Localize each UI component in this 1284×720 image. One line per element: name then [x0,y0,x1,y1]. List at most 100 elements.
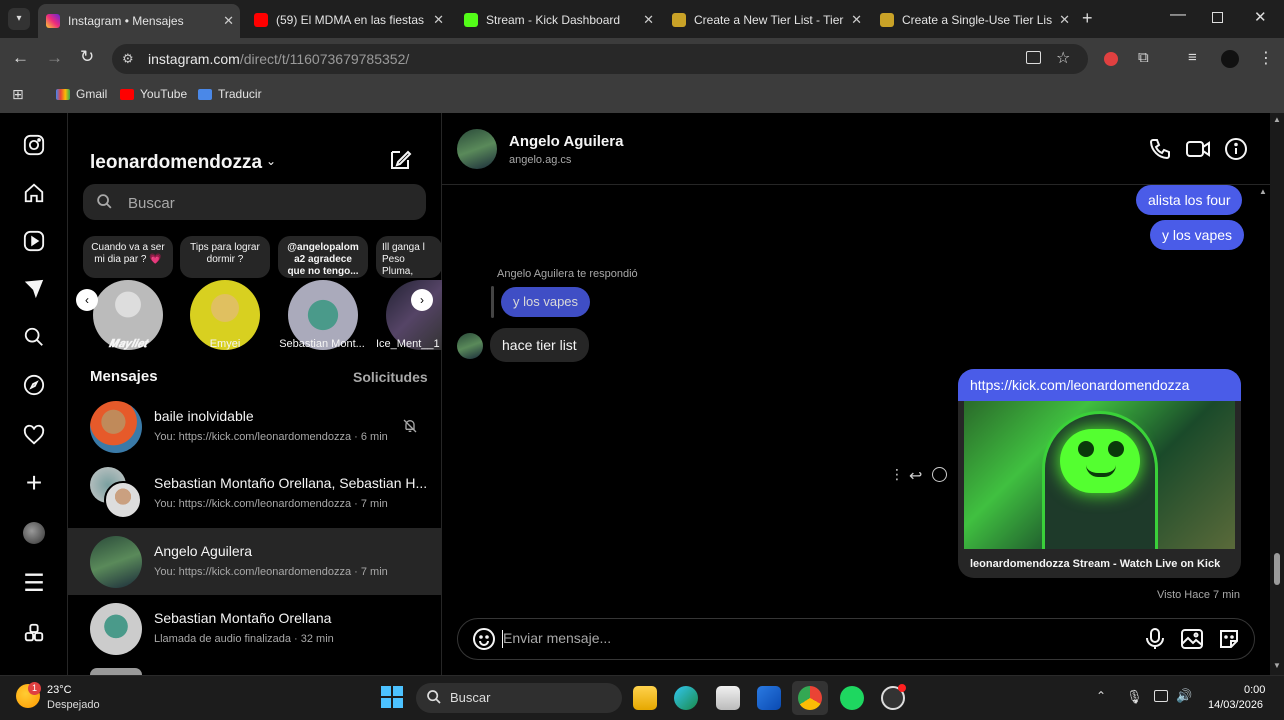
minimize-button[interactable]: — [1170,6,1186,24]
message-more-icon[interactable]: ⋮ [890,466,904,483]
start-windows-icon[interactable] [381,686,403,708]
profile-avatar-icon[interactable] [20,519,48,547]
microphone-icon[interactable]: 🎙 [1126,689,1143,705]
reels-icon[interactable] [20,227,48,255]
spotify-icon[interactable] [840,686,864,710]
stories-prev-button[interactable]: ‹ [76,289,98,311]
home-icon[interactable] [20,179,48,207]
link-message-card[interactable]: https://kick.com/leonardomendozza leonar… [958,369,1241,578]
more-menu-icon[interactable]: ☰ [20,569,48,597]
install-app-icon[interactable] [1026,51,1041,64]
chrome-icon[interactable] [798,686,822,710]
tab-instagram[interactable]: Instagram • Mensajes ✕ [38,4,240,38]
profile-avatar[interactable] [1221,50,1239,68]
conversation-item-selected[interactable]: Angelo Aguilera You: https://kick.com/le… [68,528,441,595]
photo-upload-icon[interactable] [1180,627,1204,656]
scroll-down-arrow[interactable]: ▼ [1273,661,1281,670]
close-tab-icon[interactable]: ✕ [223,13,234,29]
store-icon[interactable] [716,686,740,710]
tab-search-button[interactable]: ▾ [8,8,30,30]
conversation-info-icon[interactable] [1224,137,1248,166]
stories-next-button[interactable]: › [411,289,433,311]
weather-temp[interactable]: 23°C [47,684,72,696]
tab-kick-dashboard[interactable]: Stream - Kick Dashboard ✕ [456,6,660,34]
extension-red-icon[interactable] [1104,52,1118,66]
scroll-up-arrow[interactable]: ▲ [1273,115,1281,124]
instagram-logo-icon[interactable] [20,131,48,159]
meta-apps-icon[interactable] [20,619,48,647]
messages-icon[interactable] [20,275,48,303]
tab-tier-list-new[interactable]: Create a New Tier List - Tier ✕ [664,6,868,34]
file-explorer-icon[interactable] [633,686,657,710]
chevron-down-icon[interactable]: ⌄ [266,154,276,168]
voice-clip-icon[interactable] [1144,627,1166,656]
chat-scroll-up-arrow[interactable]: ▲ [1259,187,1267,196]
sticker-icon[interactable] [1217,627,1241,656]
back-icon[interactable]: ← [12,48,29,68]
sent-message[interactable]: alista los four [1136,185,1243,215]
clock-time[interactable]: 0:00 [1244,684,1265,696]
notifications-heart-icon[interactable] [20,421,48,449]
close-window-button[interactable]: ✕ [1254,8,1267,26]
browser-menu-icon[interactable]: ⋮ [1258,48,1274,68]
note-bubble[interactable]: Cuando va a ser mi dia par ? 💗 [83,236,173,278]
search-icon[interactable] [20,323,48,351]
reply-icon[interactable]: ↩ [909,466,922,486]
link-url[interactable]: https://kick.com/leonardomendozza [970,377,1189,393]
react-emoji-icon[interactable] [932,467,947,482]
browser-tab-bar: ▾ Instagram • Mensajes ✕ (59) El MDMA en… [0,0,1284,38]
bookmark-traducir[interactable]: Traducir [198,87,262,101]
network-icon[interactable] [1154,690,1168,702]
chat-avatar[interactable] [457,129,497,169]
account-username[interactable]: leonardomendozza [90,152,262,174]
note-bubble[interactable]: @angelopalom a2 agradece que no tengo... [278,236,368,278]
audio-call-icon[interactable] [1148,137,1172,166]
message-input[interactable]: Enviar mensaje... [503,630,611,646]
clock-date[interactable]: 14/03/2026 [1208,699,1263,711]
sent-message[interactable]: y los vapes [1150,220,1245,250]
bookmark-youtube[interactable]: YouTube [120,87,187,101]
mail-icon[interactable] [757,686,781,710]
close-tab-icon[interactable]: ✕ [643,12,654,28]
close-tab-icon[interactable]: ✕ [1059,12,1070,28]
maximize-button[interactable] [1212,12,1223,23]
reload-icon[interactable]: ↻ [80,47,94,67]
close-tab-icon[interactable]: ✕ [851,12,862,28]
explore-compass-icon[interactable] [20,371,48,399]
emoji-picker-icon[interactable] [472,627,496,656]
received-message[interactable]: hace tier list [490,328,589,362]
requests-link[interactable]: Solicitudes [353,369,428,385]
extensions-puzzle-icon[interactable]: ⧉ [1138,49,1149,66]
apps-grid-icon[interactable]: ⊞ [12,86,24,103]
conversation-item[interactable]: Sebastian Montaño Orellana Llamada de au… [68,596,441,663]
new-message-icon[interactable] [388,148,412,177]
page-scrollbar[interactable]: ▲ ▼ [1270,113,1284,675]
tab-tier-list-single[interactable]: Create a Single-Use Tier List ✕ [872,6,1076,34]
tray-expand-icon[interactable]: ⌃ [1096,689,1106,703]
quoted-message[interactable]: y los vapes [501,287,591,317]
sender-avatar [457,333,483,359]
media-control-icon[interactable]: ≡ [1188,49,1197,66]
bookmark-star-icon[interactable]: ☆ [1056,48,1070,68]
scroll-thumb[interactable] [1274,553,1280,585]
note-bubble[interactable]: Tips para lograr dormir ? [180,236,270,278]
conversation-preview: You: https://kick.com/leonardomendozza ·… [154,431,388,443]
volume-icon[interactable]: 🔊 [1176,688,1192,704]
conversation-name: Angelo Aguilera [154,543,253,559]
site-info-icon[interactable]: ⚙ [122,51,134,67]
taskbar-search[interactable] [416,683,622,713]
tab-youtube[interactable]: (59) El MDMA en las fiestas ✕ [246,6,450,34]
close-tab-icon[interactable]: ✕ [433,12,444,28]
forward-icon[interactable]: → [46,48,63,68]
video-call-icon[interactable] [1185,137,1211,166]
conversation-item[interactable]: baile inolvidable You: https://kick.com/… [68,394,441,461]
conversation-item[interactable]: Sebastian Montaño Orellana, Sebastian H.… [68,461,441,528]
chat-contact-name[interactable]: Angelo Aguilera [509,133,623,150]
note-bubble[interactable]: Ill ganga l Peso Pluma, [376,236,442,278]
edge-browser-icon[interactable] [674,686,698,710]
create-plus-icon[interactable]: + [20,467,48,498]
bookmark-gmail[interactable]: Gmail [56,87,107,101]
url-text[interactable]: instagram.com/direct/t/116073679785352/ [148,51,409,67]
youtube-icon [120,88,134,100]
new-tab-button[interactable]: + [1082,8,1093,29]
